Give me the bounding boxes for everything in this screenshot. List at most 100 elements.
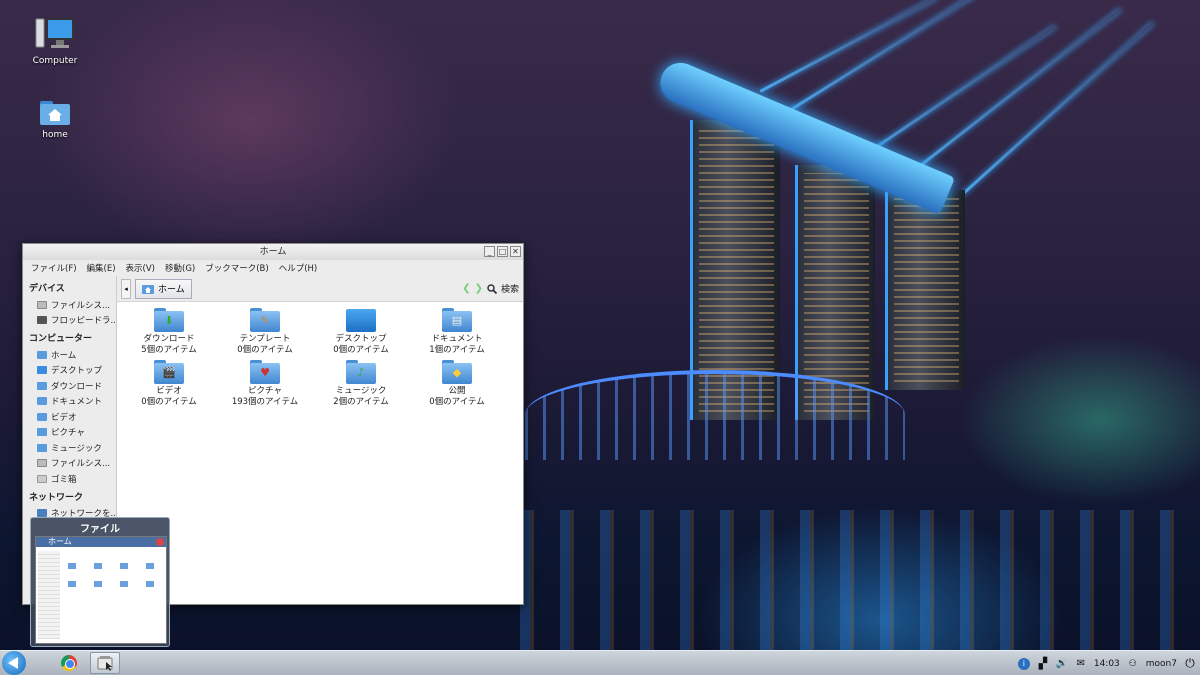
preview-title: ファイル <box>80 524 120 535</box>
desktop-icon-label: Computer <box>32 56 78 66</box>
file-count: 0個のアイテム <box>237 345 293 355</box>
power-icon[interactable]: ⏻ <box>1184 656 1196 670</box>
path-label: ホーム <box>158 285 185 295</box>
file-count: 2個のアイテム <box>333 397 389 407</box>
home-icon <box>142 284 154 294</box>
system-tray: i ▞ 🔊 ✉ 14:03 ⚇ moon7 ⏻ <box>1017 651 1196 675</box>
window-titlebar[interactable]: ホーム _ □ ✕ <box>23 244 523 260</box>
desktop-folder-icon <box>346 308 376 332</box>
window-title: ホーム <box>259 247 287 257</box>
file-item-videos[interactable]: 🎬 ビデオ 0個のアイテム <box>121 360 217 408</box>
desktop-icon <box>37 366 47 375</box>
sidebar-heading-network: ネットワーク <box>29 492 84 503</box>
file-name: デスクトップ <box>335 334 387 344</box>
menu-help[interactable]: ヘルプ(H) <box>279 262 318 274</box>
file-name: ピクチャ <box>248 386 282 396</box>
file-item-desktop[interactable]: デスクトップ 0個のアイテム <box>313 308 409 356</box>
location-bar: ◂ ホーム ❮ ❯ 検索 <box>117 276 523 302</box>
documents-icon <box>37 397 47 406</box>
preview-window-title: ホーム <box>48 537 72 546</box>
preview-window-titlebar: ホーム <box>36 537 166 547</box>
file-item-templates[interactable]: ✎ テンプレート 0個のアイテム <box>217 308 313 356</box>
file-name: ビデオ <box>156 386 182 396</box>
menu-file[interactable]: ファイル(F) <box>31 262 77 274</box>
file-manager-icon <box>97 656 113 671</box>
search-button[interactable]: 検索 <box>487 282 519 295</box>
windows-icon[interactable]: ▞ <box>1037 657 1049 670</box>
file-name: 公開 <box>448 386 466 396</box>
close-button[interactable]: ✕ <box>510 246 521 257</box>
home-icon <box>37 350 47 359</box>
volume-icon[interactable]: 🔊 <box>1056 658 1068 670</box>
download-folder-icon: ⬇ <box>154 308 184 332</box>
taskbar-chrome-launcher[interactable] <box>54 652 84 674</box>
sidebar-item-label: ピクチャ <box>51 428 85 439</box>
download-icon <box>37 381 47 390</box>
taskbar-file-manager-button[interactable] <box>90 652 120 674</box>
user-icon: ⚇ <box>1128 658 1137 669</box>
path-left-arrow-icon[interactable]: ◂ <box>121 278 131 299</box>
clock[interactable]: 14:03 <box>1094 659 1120 669</box>
menu-bar: ファイル(F) 編集(E) 表示(V) 移動(G) ブックマーク(B) ヘルプ(… <box>23 260 523 276</box>
desktop-home-shortcut[interactable]: home <box>20 100 90 140</box>
sidebar-item-label: ミュージック <box>51 443 102 454</box>
info-icon[interactable]: i <box>1017 657 1030 670</box>
sidebar-item-trash[interactable]: ゴミ箱 <box>23 471 116 487</box>
back-arrow-icon[interactable]: ❮ <box>462 283 470 294</box>
sidebar-item-videos[interactable]: ビデオ <box>23 409 116 425</box>
sidebar-item-label: デスクトップ <box>51 366 103 377</box>
trash-icon <box>37 474 47 483</box>
sidebar-item-filesystem[interactable]: ファイルシス... <box>23 297 116 313</box>
public-folder-icon: ◆ <box>442 360 472 384</box>
search-icon <box>487 283 497 294</box>
menu-bookmarks[interactable]: ブックマーク(B) <box>205 262 268 274</box>
start-menu-icon[interactable] <box>2 651 26 675</box>
menu-go[interactable]: 移動(G) <box>165 262 195 274</box>
drive-icon <box>37 300 47 309</box>
file-item-music[interactable]: ♪ ミュージック 2個のアイテム <box>313 360 409 408</box>
sidebar-item-label: ゴミ箱 <box>51 474 77 485</box>
file-item-public[interactable]: ◆ 公開 0個のアイテム <box>409 360 505 408</box>
desktop-icon-label: home <box>42 130 68 140</box>
mail-icon[interactable]: ✉ <box>1075 658 1087 670</box>
sidebar-item-pictures[interactable]: ピクチャ <box>23 425 116 441</box>
maximize-button[interactable]: □ <box>497 246 508 257</box>
sidebar-item-label: ホーム <box>51 350 77 361</box>
computer-icon <box>35 18 74 48</box>
taskbar-panel: i ▞ 🔊 ✉ 14:03 ⚇ moon7 ⏻ <box>0 650 1200 675</box>
file-count: 0個のアイテム <box>141 397 197 407</box>
sidebar-item-downloads[interactable]: ダウンロード <box>23 378 116 394</box>
user-name[interactable]: moon7 <box>1146 659 1177 669</box>
taskbar-window-preview[interactable]: ファイル ホーム <box>30 517 170 647</box>
forward-arrow-icon[interactable]: ❯ <box>475 283 483 294</box>
file-item-downloads[interactable]: ⬇ ダウンロード 5個のアイテム <box>121 308 217 356</box>
sidebar-item-label: ダウンロード <box>51 381 103 392</box>
sidebar-item-floppy[interactable]: フロッピードラ... <box>23 313 116 329</box>
sidebar-item-home[interactable]: ホーム <box>23 347 116 363</box>
preview-thumbnail: ホーム <box>35 536 167 644</box>
sidebar-item-desktop[interactable]: デスクトップ <box>23 363 116 379</box>
drive-icon <box>37 459 47 468</box>
sidebar-item-label: ファイルシス... <box>51 300 111 311</box>
file-item-pictures[interactable]: ♥ ピクチャ 193個のアイテム <box>217 360 313 408</box>
file-count: 0個のアイテム <box>429 397 485 407</box>
templates-folder-icon: ✎ <box>250 308 280 332</box>
file-count: 0個のアイテム <box>333 345 389 355</box>
menu-view[interactable]: 表示(V) <box>126 262 155 274</box>
sidebar-heading-devices: デバイス <box>29 284 65 294</box>
file-grid: ⬇ ダウンロード 5個のアイテム ✎ テンプレート 0個のアイテム デスクトップ… <box>117 302 523 408</box>
path-button-home[interactable]: ホーム <box>135 278 192 299</box>
menu-edit[interactable]: 編集(E) <box>87 262 116 274</box>
minimize-button[interactable]: _ <box>484 246 495 257</box>
file-name: ドキュメント <box>431 334 483 344</box>
file-count: 5個のアイテム <box>141 345 197 355</box>
sidebar-item-filesystem-root[interactable]: ファイルシス... <box>23 456 116 472</box>
desktop-computer-shortcut[interactable]: Computer <box>20 16 90 66</box>
file-name: ミュージック <box>335 386 387 396</box>
sidebar-item-documents[interactable]: ドキュメント <box>23 394 116 410</box>
sidebar-item-music[interactable]: ミュージック <box>23 440 116 456</box>
file-view: ◂ ホーム ❮ ❯ 検索 ⬇ ダウンロード 5個のアイテム ✎ テンプレート 0… <box>117 276 523 604</box>
preview-close-icon[interactable] <box>156 538 164 546</box>
chrome-icon <box>61 655 77 671</box>
file-item-documents[interactable]: ▤ ドキュメント 1個のアイテム <box>409 308 505 356</box>
